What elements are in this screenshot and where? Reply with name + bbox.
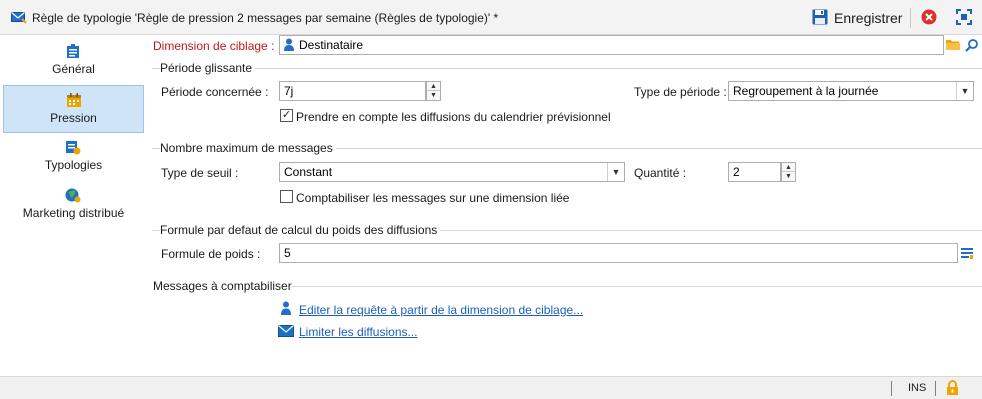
search-icon[interactable] bbox=[965, 38, 979, 55]
weight-formula-title: Formule par defaut de calcul du poids de… bbox=[160, 223, 441, 237]
linked-dimension-checkbox[interactable] bbox=[280, 190, 293, 203]
lock-icon bbox=[946, 380, 959, 399]
period-type-value: Regroupement à la journée bbox=[733, 84, 879, 98]
group-divider bbox=[292, 286, 982, 287]
folder-icon[interactable] bbox=[946, 38, 960, 54]
period-value: 7j bbox=[284, 84, 294, 98]
status-bar: INS bbox=[0, 376, 982, 399]
globe-icon bbox=[65, 187, 81, 206]
spin-down-icon[interactable]: ▼ bbox=[782, 172, 795, 181]
general-icon bbox=[65, 43, 81, 62]
quantity-stepper[interactable]: 2 bbox=[728, 162, 781, 182]
close-icon[interactable] bbox=[921, 9, 937, 28]
period-label: Période concernée : bbox=[161, 85, 269, 99]
spin-down-icon[interactable]: ▼ bbox=[427, 91, 440, 100]
sidebar-item-label: Marketing distribué bbox=[22, 206, 125, 220]
recipient-icon bbox=[284, 38, 294, 54]
messages-title: Messages à comptabiliser bbox=[153, 279, 295, 293]
threshold-label: Type de seuil : bbox=[161, 166, 239, 180]
sidebar-item-label: Pression bbox=[50, 111, 97, 125]
fullscreen-icon[interactable] bbox=[956, 9, 972, 28]
sliding-period-group bbox=[152, 68, 982, 134]
quantity-spinner[interactable]: ▲ ▼ bbox=[781, 162, 796, 182]
typology-rule-icon bbox=[11, 10, 27, 27]
threshold-value: Constant bbox=[284, 165, 333, 179]
envelope-icon bbox=[278, 325, 294, 340]
sidebar-item-general[interactable]: Général bbox=[3, 37, 144, 85]
period-input[interactable]: 7j bbox=[279, 81, 426, 101]
max-messages-title: Nombre maximum de messages bbox=[160, 141, 336, 155]
spin-up-icon[interactable]: ▲ bbox=[427, 82, 440, 91]
period-type-label: Type de période : bbox=[634, 85, 727, 99]
status-separator bbox=[935, 381, 936, 396]
quantity-label: Quantité : bbox=[634, 166, 687, 180]
chevron-down-icon[interactable]: ▼ bbox=[607, 163, 624, 181]
expression-editor-icon[interactable] bbox=[960, 246, 974, 263]
sidebar-item-label: Général bbox=[52, 62, 95, 76]
weight-formula-label: Formule de poids : bbox=[161, 247, 261, 261]
title-bar: Règle de typologie 'Règle de pression 2 … bbox=[0, 0, 982, 35]
period-type-select[interactable]: Regroupement à la journée ▼ bbox=[728, 81, 974, 101]
quantity-value: 2 bbox=[733, 165, 740, 179]
sidebar-item-typologies[interactable]: Typologies bbox=[3, 133, 144, 181]
calendar-icon bbox=[66, 92, 82, 111]
spin-up-icon[interactable]: ▲ bbox=[782, 163, 795, 172]
sidebar-item-marketing-distribue[interactable]: Marketing distribué bbox=[3, 181, 144, 229]
calendar-checkbox-label: Prendre en compte les diffusions du cale… bbox=[296, 110, 611, 124]
threshold-select[interactable]: Constant ▼ bbox=[279, 162, 625, 182]
sidebar-item-pression[interactable]: Pression bbox=[3, 85, 144, 133]
weight-formula-input[interactable]: 5 bbox=[279, 243, 958, 263]
sidebar-item-label: Typologies bbox=[44, 158, 103, 172]
save-button[interactable]: Enregistrer bbox=[812, 8, 902, 28]
save-button-label: Enregistrer bbox=[834, 10, 903, 26]
target-dimension-value: Destinataire bbox=[299, 38, 364, 52]
linked-dimension-checkbox-label: Comptabiliser les messages sur une dimen… bbox=[296, 191, 570, 205]
sidebar: Général Pression Typologies Marketing di… bbox=[0, 35, 147, 375]
target-dimension-label: Dimension de ciblage : bbox=[153, 39, 275, 53]
chevron-down-icon[interactable]: ▼ bbox=[956, 82, 973, 100]
group-divider bbox=[152, 68, 982, 69]
period-spinner[interactable]: ▲ ▼ bbox=[426, 81, 441, 101]
toolbar-separator bbox=[910, 8, 911, 28]
insert-mode-indicator: INS bbox=[908, 382, 927, 394]
weight-formula-value: 5 bbox=[284, 246, 291, 260]
typology-icon bbox=[65, 139, 81, 158]
target-dimension-field[interactable]: Destinataire bbox=[279, 35, 944, 55]
sliding-period-title: Période glissante bbox=[160, 61, 256, 75]
status-separator bbox=[891, 381, 892, 396]
edit-query-link[interactable]: Editer la requête à partir de la dimensi… bbox=[299, 303, 583, 317]
floppy-disk-icon bbox=[812, 9, 828, 28]
calendar-checkbox[interactable]: ✓ bbox=[280, 109, 293, 122]
window-title: Règle de typologie 'Règle de pression 2 … bbox=[32, 11, 499, 25]
recipient-icon bbox=[281, 301, 291, 318]
limit-deliveries-link[interactable]: Limiter les diffusions... bbox=[299, 325, 418, 339]
